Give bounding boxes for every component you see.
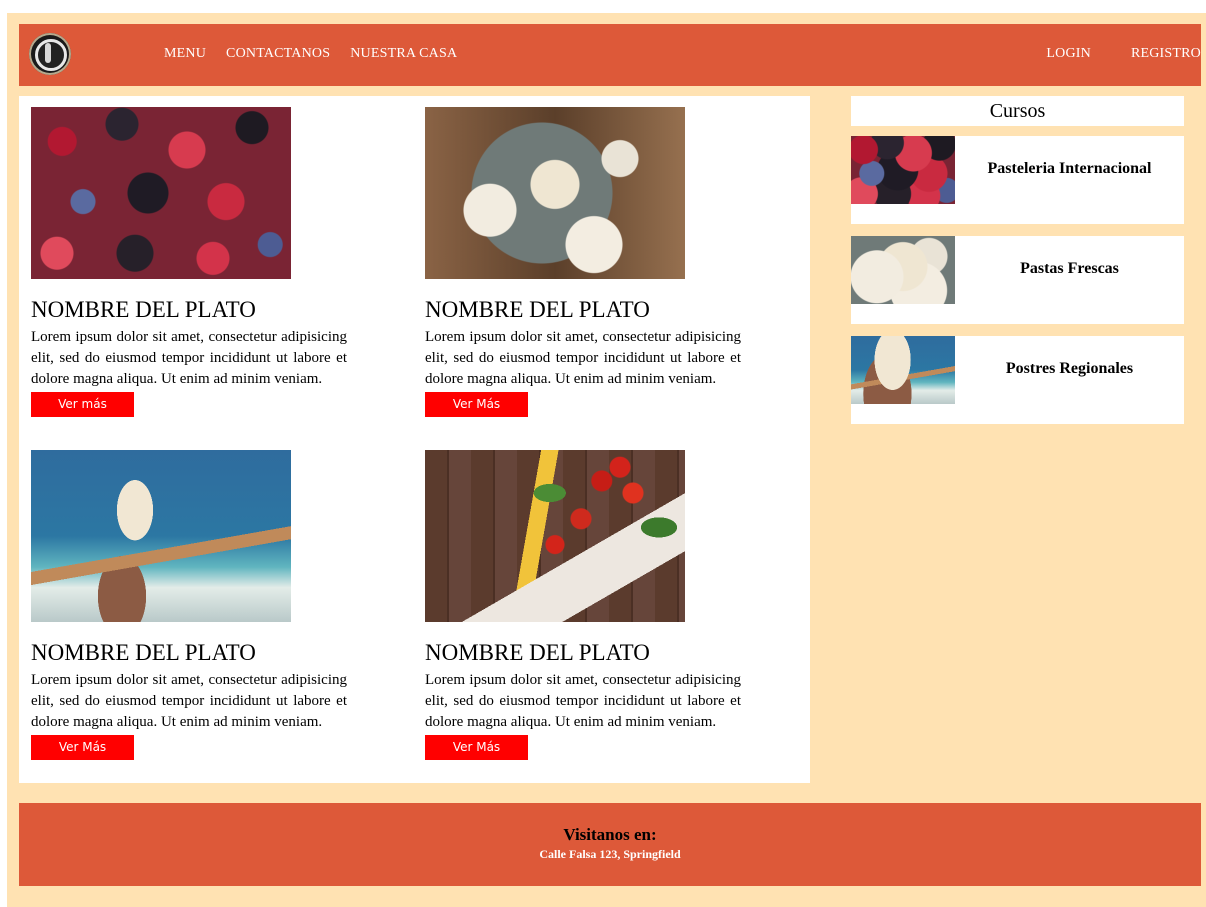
dish-title: NOMBRE DEL PLATO: [31, 297, 256, 322]
nav-registro[interactable]: REGISTRO: [1131, 46, 1201, 62]
dish-title: NOMBRE DEL PLATO: [425, 297, 650, 322]
course-thumb-icecream: [851, 336, 955, 404]
spoon-shape: [45, 43, 51, 63]
course-label: Postres Regionales: [1005, 360, 1134, 377]
dish-card: NOMBRE DEL PLATO Lorem ipsum dolor sit a…: [425, 107, 741, 417]
dish-title: NOMBRE DEL PLATO: [31, 640, 256, 665]
dish-image-tomatoes: [425, 450, 685, 622]
ver-mas-button[interactable]: Ver Más: [425, 392, 528, 417]
dish-description: Lorem ipsum dolor sit amet, consectetur …: [31, 672, 347, 730]
nav-menu[interactable]: MENU: [164, 46, 206, 62]
page: MENU CONTACTANOS NUESTRA CASA LOGIN REGI…: [7, 13, 1206, 907]
dish-image-berries: [31, 107, 291, 279]
dish-description: Lorem ipsum dolor sit amet, consectetur …: [425, 329, 741, 387]
top-navbar: MENU CONTACTANOS NUESTRA CASA LOGIN REGI…: [19, 24, 1201, 86]
plate-ring: [35, 39, 67, 71]
dish-title: NOMBRE DEL PLATO: [425, 640, 650, 665]
course-item[interactable]: Pastas Frescas: [851, 236, 1184, 324]
footer-title: Visitanos en:: [563, 825, 657, 844]
dish-description: Lorem ipsum dolor sit amet, consectetur …: [425, 672, 741, 730]
nav-login[interactable]: LOGIN: [1046, 46, 1091, 62]
courses-title: Cursos: [851, 96, 1184, 126]
course-label: Pastas Frescas: [1020, 260, 1119, 277]
dish-image-table: [425, 107, 685, 279]
ver-mas-button[interactable]: Ver más: [31, 392, 134, 417]
footer-address: Calle Falsa 123, Springfield: [539, 847, 681, 861]
dish-card: NOMBRE DEL PLATO Lorem ipsum dolor sit a…: [31, 450, 347, 760]
nav-left-links: MENU CONTACTANOS NUESTRA CASA: [164, 46, 477, 62]
dish-image-icecream: [31, 450, 291, 622]
course-item[interactable]: Postres Regionales: [851, 336, 1184, 424]
ver-mas-button[interactable]: Ver Más: [425, 735, 528, 760]
dish-card: NOMBRE DEL PLATO Lorem ipsum dolor sit a…: [425, 450, 741, 760]
course-item[interactable]: Pasteleria Internacional: [851, 136, 1184, 224]
dish-description: Lorem ipsum dolor sit amet, consectetur …: [31, 329, 347, 387]
dishes-panel: NOMBRE DEL PLATO Lorem ipsum dolor sit a…: [19, 96, 810, 783]
courses-sidebar: Cursos Pasteleria Internacional Pastas F…: [851, 96, 1184, 424]
course-thumb-berries: [851, 136, 955, 204]
nav-nuestra-casa[interactable]: NUESTRA CASA: [350, 46, 457, 62]
nav-contactanos[interactable]: CONTACTANOS: [226, 46, 330, 62]
dish-card: NOMBRE DEL PLATO Lorem ipsum dolor sit a…: [31, 107, 347, 417]
course-label: Pasteleria Internacional: [987, 160, 1152, 177]
spoon-plate-icon[interactable]: [29, 33, 71, 75]
course-thumb-table: [851, 236, 955, 304]
ver-mas-button[interactable]: Ver Más: [31, 735, 134, 760]
footer: Visitanos en: Calle Falsa 123, Springfie…: [19, 803, 1201, 886]
nav-right-links: LOGIN REGISTRO: [1006, 46, 1201, 62]
